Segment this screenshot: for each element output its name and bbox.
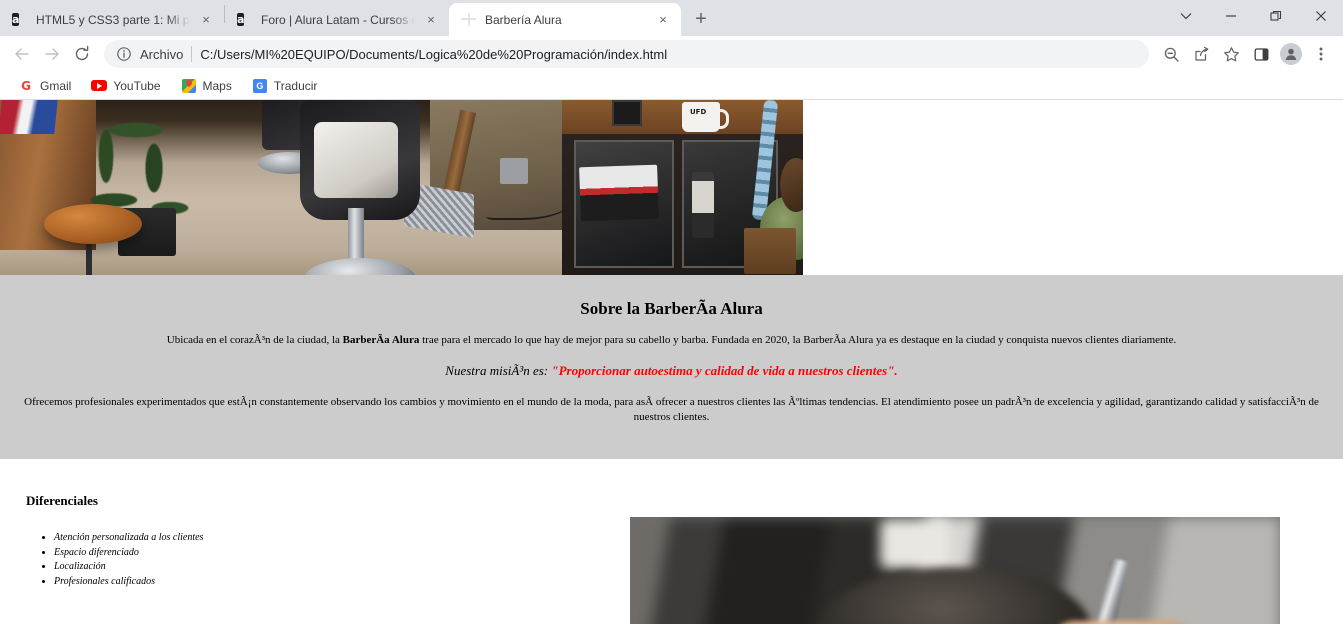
youtube-icon (91, 78, 108, 94)
differentials-list: Atención personalizada a los clientes Es… (26, 531, 630, 589)
bookmark-gmail[interactable]: G Gmail (10, 75, 79, 97)
about-p1-strong: BarberÃ­a Alura (342, 334, 420, 346)
profile-avatar[interactable] (1277, 40, 1305, 68)
hero-barbershop-image: UFD (0, 100, 803, 275)
globe-icon (461, 12, 477, 28)
coffee-mug: UFD (682, 102, 729, 132)
tab-title: Barbería Alura (485, 12, 562, 27)
about-p1-part2: trae para el mercado lo que hay de mejor… (419, 334, 1177, 346)
bookmark-label: Gmail (40, 78, 72, 93)
tab-close-icon[interactable]: × (655, 12, 671, 28)
bookmark-star-icon[interactable] (1217, 40, 1245, 68)
tab-list: a HTML5 y CSS3 parte 1: Mi primer × a Fo… (0, 0, 715, 36)
list-item: Atención personalizada a los clientes (54, 531, 630, 546)
bookmark-label: Maps (202, 78, 232, 93)
maps-icon (181, 78, 197, 94)
about-paragraph-1: Ubicada en el corazÃ³n de la ciudad, la … (0, 333, 1343, 348)
browser-toolbar: Archivo C:/Users/MI%20EQUIPO/Documents/L… (0, 36, 1343, 72)
mission-label: Nuestra misiÃ³n es: (445, 362, 552, 378)
wooden-stool (44, 204, 142, 244)
new-tab-button[interactable]: + (687, 5, 715, 33)
page-info-icon[interactable] (116, 46, 132, 62)
url-scheme-label: Archivo (140, 46, 184, 62)
mission-quote: "Proporcionar autoestima y calidad de vi… (551, 362, 898, 378)
barber-pole-flag (0, 100, 58, 134)
tab-html5-css3[interactable]: a HTML5 y CSS3 parte 1: Mi primer × (0, 3, 224, 36)
side-panel-icon[interactable] (1247, 40, 1275, 68)
bookmark-label: YouTube (113, 78, 161, 93)
omnibox-divider (191, 46, 193, 62)
tab-search-icon[interactable] (1163, 0, 1208, 32)
chrome-menu-icon[interactable] (1307, 40, 1335, 68)
bookmarks-bar: G Gmail YouTube Maps G Traducir (0, 72, 1343, 100)
differentials-heading: Diferenciales (26, 493, 98, 509)
bookmark-label: Traducir (273, 78, 318, 93)
forward-button[interactable] (38, 40, 66, 68)
about-paragraph-3: Ofrecemos profesionales experimentados q… (24, 396, 1319, 424)
about-section: Sobre la BarberÃ­a Alura Ubicada en el c… (0, 275, 1343, 460)
translate-icon: G (252, 78, 268, 94)
about-mission: Nuestra misiÃ³n es: "Proporcionar autoes… (0, 362, 1343, 380)
url-text[interactable]: C:/Users/MI%20EQUIPO/Documents/Logica%20… (200, 47, 1137, 62)
mug-label: UFD (690, 108, 707, 116)
share-icon[interactable] (1187, 40, 1215, 68)
page-viewport[interactable]: UFD Sobre la BarberÃ­a Alura Ubicada en … (0, 100, 1343, 624)
minimize-icon[interactable] (1208, 0, 1253, 32)
restore-icon[interactable] (1253, 0, 1298, 32)
shaving-photo (630, 517, 1280, 624)
zoom-out-icon[interactable] (1157, 40, 1185, 68)
list-item: Profesionales calificados (54, 575, 630, 590)
bookmark-traducir[interactable]: G Traducir (244, 75, 326, 97)
address-bar[interactable]: Archivo C:/Users/MI%20EQUIPO/Documents/L… (104, 40, 1149, 68)
tab-title: HTML5 y CSS3 parte 1: Mi primer (36, 12, 190, 27)
browser-window: a HTML5 y CSS3 parte 1: Mi primer × a Fo… (0, 0, 1343, 624)
toolbar-actions (1157, 40, 1335, 68)
list-item: Espacio diferenciado (54, 546, 630, 561)
bookmark-maps[interactable]: Maps (173, 75, 240, 97)
tab-strip: a HTML5 y CSS3 parte 1: Mi primer × a Fo… (0, 0, 1343, 36)
tab-close-icon[interactable]: × (198, 12, 214, 28)
gmail-icon: G (21, 78, 31, 93)
reload-button[interactable] (68, 40, 96, 68)
about-p1-part1: Ubicada en el corazÃ³n de la ciudad, la (166, 334, 343, 346)
differentials-column: Diferenciales Atención personalizada a l… (0, 459, 630, 589)
tab-close-icon[interactable]: × (423, 12, 439, 28)
tab-barberia-alura[interactable]: Barbería Alura × (449, 3, 681, 36)
close-icon[interactable] (1298, 0, 1343, 32)
list-item: Localización (54, 560, 630, 575)
back-button[interactable] (8, 40, 36, 68)
alura-icon: a (237, 12, 245, 26)
window-controls (1163, 0, 1343, 32)
about-heading: Sobre la BarberÃ­a Alura (580, 299, 763, 318)
bookmark-youtube[interactable]: YouTube (83, 75, 168, 97)
tab-title: Foro | Alura Latam - Cursos onlin (261, 12, 415, 27)
alura-icon: a (12, 12, 20, 26)
differentials-section: Diferenciales Atención personalizada a l… (0, 459, 1343, 624)
tab-foro-alura[interactable]: a Foro | Alura Latam - Cursos onlin × (225, 3, 449, 36)
